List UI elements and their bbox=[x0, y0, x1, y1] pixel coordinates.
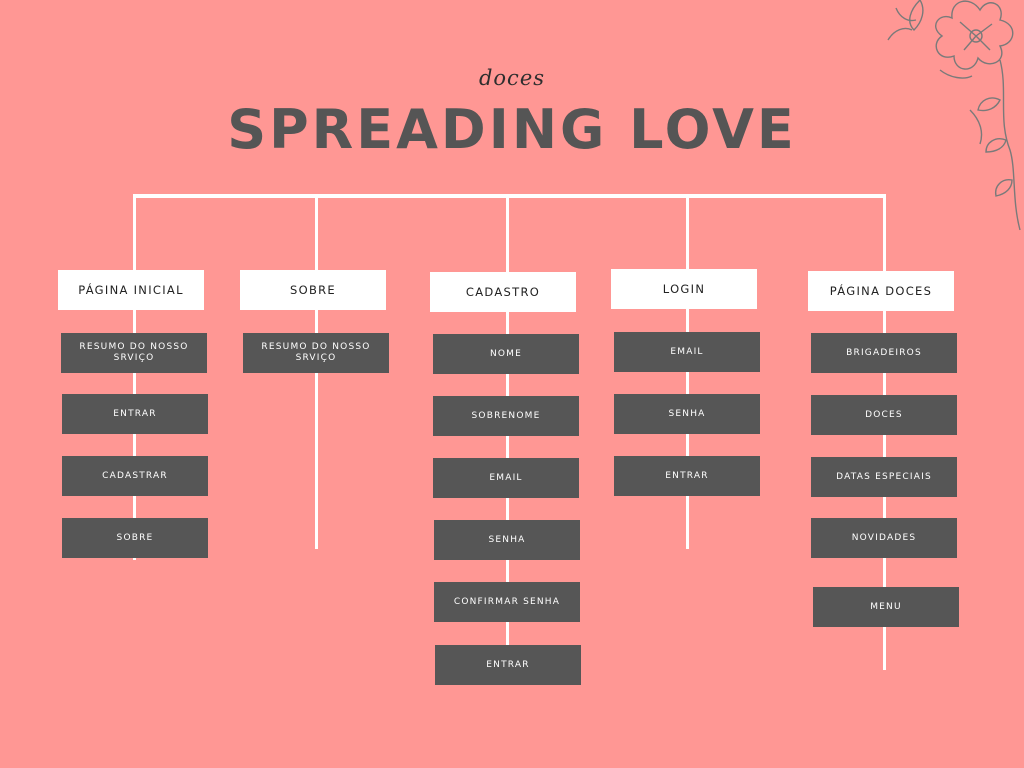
node-label: Cadastro bbox=[465, 285, 541, 299]
node-label: Sobrenome bbox=[471, 410, 541, 421]
node-label: Entrar bbox=[486, 659, 530, 670]
node-nome[interactable]: Nome bbox=[433, 334, 579, 374]
node-email[interactable]: Email bbox=[614, 332, 760, 372]
node-label: Email bbox=[670, 346, 704, 357]
node-label: Entrar bbox=[665, 470, 709, 481]
node-label: Resumo do nosso srviço bbox=[261, 342, 371, 363]
node-confirmar-senha[interactable]: Confirmar Senha bbox=[434, 582, 580, 622]
node-label: Datas Especiais bbox=[836, 471, 932, 482]
node-cadastro[interactable]: Cadastro bbox=[430, 272, 576, 312]
diagram-title: SPREADING LOVE bbox=[227, 98, 797, 161]
node-label: Confirmar Senha bbox=[453, 596, 561, 607]
node-login[interactable]: Login bbox=[611, 269, 757, 309]
node-entrar[interactable]: Entrar bbox=[614, 456, 760, 496]
node-label: Senha bbox=[488, 534, 526, 545]
node-label: Menu bbox=[870, 601, 902, 612]
node-label: Doces bbox=[865, 409, 903, 420]
node-menu[interactable]: Menu bbox=[813, 587, 959, 627]
node-label: Resumo do nosso srviço bbox=[79, 342, 189, 363]
node-sobre-heading[interactable]: Sobre bbox=[240, 270, 386, 310]
node-sobre[interactable]: Sobre bbox=[62, 518, 208, 558]
node-novidades[interactable]: Novidades bbox=[811, 518, 957, 558]
node-email[interactable]: Email bbox=[433, 458, 579, 498]
node-datas-especiais[interactable]: Datas Especiais bbox=[811, 457, 957, 497]
node-brigadeiros[interactable]: Brigadeiros bbox=[811, 333, 957, 373]
diagram-subtitle: doces bbox=[478, 66, 546, 90]
node-sobrenome[interactable]: Sobrenome bbox=[433, 396, 579, 436]
node-label: Email bbox=[489, 472, 523, 483]
floral-sketch-icon bbox=[887, 0, 1021, 231]
node-cadastrar[interactable]: Cadastrar bbox=[62, 456, 208, 496]
node-senha[interactable]: Senha bbox=[434, 520, 580, 560]
node-entrar[interactable]: Entrar bbox=[62, 394, 208, 434]
node-label: Sobre bbox=[290, 283, 336, 297]
node-label: Cadastrar bbox=[102, 470, 168, 481]
node-resumo-servico[interactable]: Resumo do nosso srviço bbox=[243, 333, 389, 373]
node-label: Login bbox=[662, 282, 706, 296]
node-label: Página Inicial bbox=[78, 283, 184, 297]
node-label: Sobre bbox=[116, 532, 154, 543]
top-connector bbox=[133, 194, 886, 198]
node-senha[interactable]: Senha bbox=[614, 394, 760, 434]
col1-connector bbox=[133, 194, 136, 560]
node-label: Senha bbox=[668, 408, 706, 419]
node-resumo-servico[interactable]: Resumo do nosso srviço bbox=[61, 333, 207, 373]
node-label: Brigadeiros bbox=[846, 347, 922, 358]
node-label: Entrar bbox=[113, 408, 157, 419]
node-label: Novidades bbox=[851, 532, 917, 543]
node-entrar[interactable]: Entrar bbox=[435, 645, 581, 685]
node-label: Nome bbox=[489, 348, 523, 359]
node-pagina-doces[interactable]: Página Doces bbox=[808, 271, 954, 311]
node-label: Página Doces bbox=[829, 284, 933, 298]
node-doces[interactable]: Doces bbox=[811, 395, 957, 435]
node-pagina-inicial[interactable]: Página Inicial bbox=[58, 270, 204, 310]
